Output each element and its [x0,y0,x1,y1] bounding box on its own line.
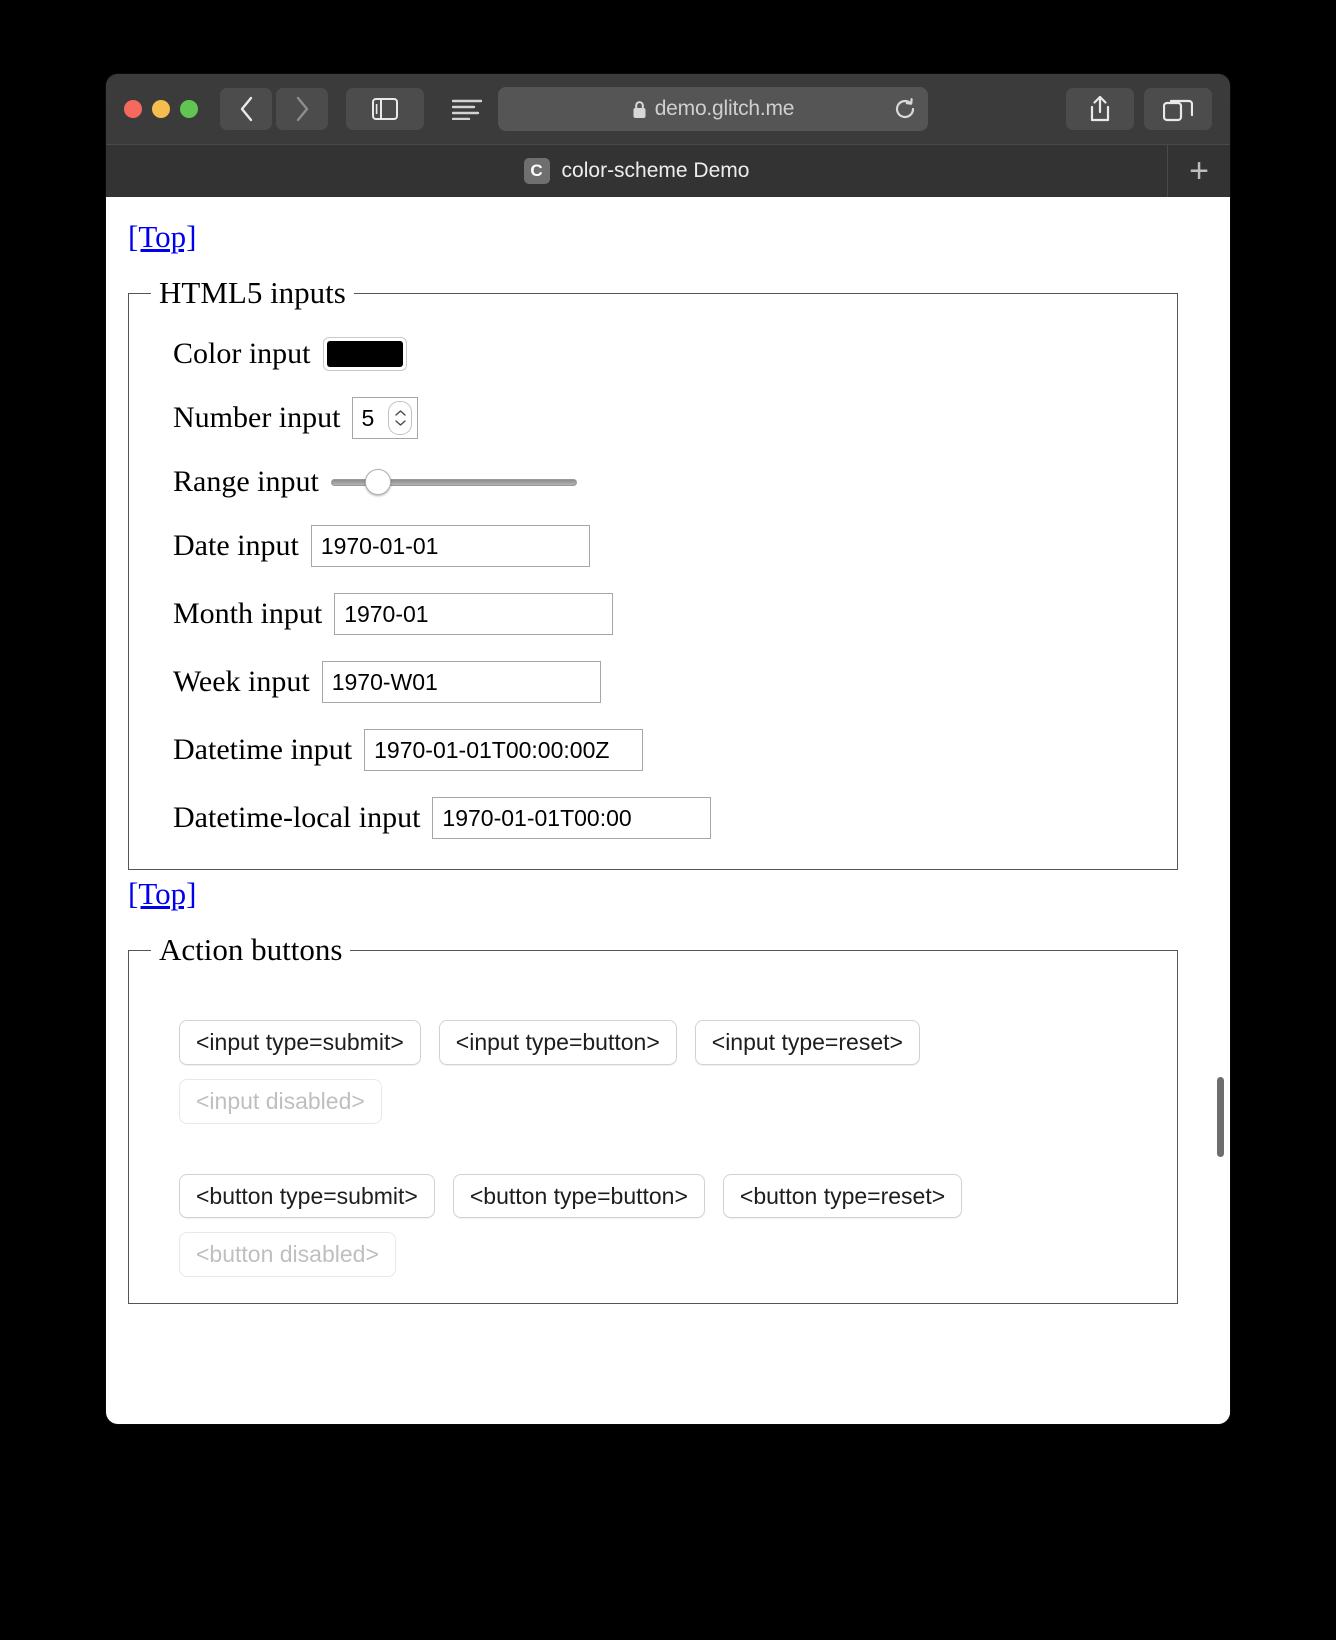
field-row-date-input: Date input 1970-01-01 [173,525,1159,567]
field-row-week-input: Week input 1970-W01 [173,661,1159,703]
sidebar-toggle-button[interactable] [346,88,424,130]
field-row-datetime-input: Datetime input 1970-01-01T00:00:00Z [173,729,1159,771]
browser-window: demo.glitch.me C color-scheme Demo + [To… [106,74,1230,1424]
input-disabled-row: <input disabled> [179,1078,1159,1124]
datetime-local-input[interactable]: 1970-01-01T00:00 [432,797,712,839]
label-date-input: Date input [173,529,299,562]
minimize-window-button[interactable] [152,100,170,118]
button-button-button[interactable]: <button type=button> [452,1173,705,1219]
maximize-window-button[interactable] [180,100,198,118]
field-row-color-input: Color input [173,337,1159,371]
number-input[interactable]: 5 [352,397,419,439]
url-text: demo.glitch.me [654,97,795,120]
label-range-input: Range input [173,465,319,498]
label-color-input: Color input [173,337,311,370]
chevron-right-icon [296,96,308,122]
reader-view-button[interactable] [444,88,490,130]
range-input-thumb[interactable] [365,469,392,495]
field-row-number-input: Number input 5 [173,397,1159,439]
tab-bar: C color-scheme Demo + [106,144,1230,197]
toolbar-right-buttons [1046,88,1212,130]
week-input[interactable]: 1970-W01 [321,661,601,703]
input-disabled-button: <input disabled> [179,1078,382,1124]
label-datetime-local-input: Datetime-local input [173,801,421,834]
lock-icon [632,100,647,119]
new-tab-button[interactable]: + [1168,145,1230,197]
page-content: [Top] HTML5 inputs Color input Number in… [106,197,1206,1424]
input-button-row: <input type=submit> <input type=button> … [179,1020,1159,1065]
month-input[interactable]: 1970-01 [334,593,614,635]
field-row-datetime-local-input: Datetime-local input 1970-01-01T00:00 [173,797,1159,839]
button-reset-button[interactable]: <button type=reset> [722,1173,963,1219]
input-reset-button[interactable]: <input type=reset> [694,1020,920,1065]
color-input[interactable] [322,337,407,371]
label-datetime-input: Datetime input [173,733,353,766]
sidebar-icon [372,98,398,120]
html5-inputs-fieldset: HTML5 inputs Color input Number input 5 [128,275,1178,870]
range-input[interactable] [330,467,577,497]
date-input[interactable]: 1970-01-01 [310,525,590,567]
field-row-range-input: Range input [173,465,1159,499]
chevron-left-icon [240,96,252,122]
html5-inputs-legend: HTML5 inputs [159,275,346,310]
input-submit-button[interactable]: <input type=submit> [179,1020,421,1065]
back-button[interactable] [220,88,272,130]
window-controls [124,100,198,118]
reload-button[interactable] [894,98,916,120]
number-input-stepper[interactable] [388,401,413,435]
label-week-input: Week input [173,665,310,698]
button-submit-button[interactable]: <button type=submit> [179,1173,435,1219]
action-buttons-fieldset: Action buttons <input type=submit> <inpu… [128,932,1178,1304]
field-row-month-input: Month input 1970-01 [173,593,1159,635]
top-link-2[interactable]: [Top] [128,876,196,912]
action-buttons-legend: Action buttons [159,932,343,967]
navigation-buttons [220,88,328,130]
chevron-down-icon [395,420,406,426]
color-input-swatch [326,341,403,367]
tabs-overview-icon [1163,99,1193,122]
reader-view-icon [452,99,482,120]
button-disabled-row: <button disabled> [179,1232,1159,1277]
label-number-input: Number input [173,401,341,434]
scrollbar-thumb[interactable] [1217,1077,1224,1157]
browser-toolbar: demo.glitch.me [106,74,1230,144]
label-month-input: Month input [173,597,323,630]
button-disabled-button: <button disabled> [179,1232,396,1277]
number-input-value: 5 [361,404,375,431]
tab-title: color-scheme Demo [561,159,750,182]
top-link-1[interactable]: [Top] [128,219,196,255]
tab-color-scheme-demo[interactable]: C color-scheme Demo [106,145,1168,197]
forward-button[interactable] [276,88,328,130]
tabs-overview-button[interactable] [1144,88,1212,130]
close-window-button[interactable] [124,100,142,118]
share-icon [1090,95,1110,122]
input-button-button[interactable]: <input type=button> [438,1020,677,1065]
page-viewport: [Top] HTML5 inputs Color input Number in… [106,197,1230,1424]
tab-favicon: C [523,158,550,184]
chevron-up-icon [395,410,406,416]
reload-icon [895,98,915,119]
share-button[interactable] [1066,88,1134,130]
datetime-input[interactable]: 1970-01-01T00:00:00Z [364,729,644,771]
address-bar[interactable]: demo.glitch.me [498,87,928,131]
button-element-row: <button type=submit> <button type=button… [179,1173,1159,1219]
vertical-scrollbar[interactable] [1206,197,1230,1424]
